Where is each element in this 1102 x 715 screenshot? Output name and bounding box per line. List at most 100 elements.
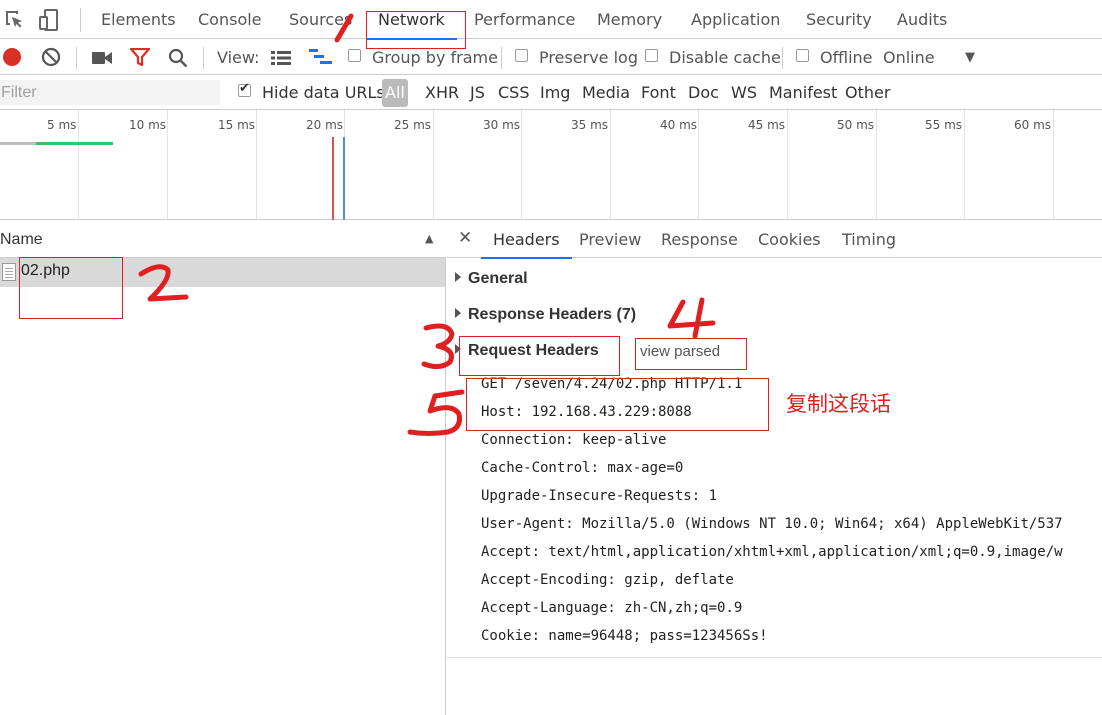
type-filter-media[interactable]: Media xyxy=(582,83,630,102)
request-header-line: Cache-Control: max-age=0 xyxy=(481,460,684,476)
video-camera-icon[interactable] xyxy=(92,50,112,69)
sort-ascending-icon[interactable]: ▲ xyxy=(425,232,433,245)
devtools-tab-bar: Elements Console Sources Network Perform… xyxy=(0,0,1102,40)
timeline-tick-label: 35 ms xyxy=(571,118,609,132)
search-icon[interactable] xyxy=(168,48,188,72)
timeline-overview[interactable]: 5 ms 10 ms 15 ms 20 ms 25 ms 30 ms 35 ms… xyxy=(0,110,1102,220)
detail-tab-bar: ✕ Headers Preview Response Cookies Timin… xyxy=(447,221,1102,259)
section-request-headers[interactable]: Request Headers xyxy=(455,342,599,360)
waterfall-overview-icon[interactable] xyxy=(309,48,333,70)
toolbar-divider xyxy=(501,47,502,69)
timeline-tick-label: 60 ms xyxy=(1014,118,1052,132)
request-list-header: Name ▲ xyxy=(0,221,446,258)
request-name[interactable]: 02.php xyxy=(21,262,70,280)
type-filter-xhr[interactable]: XHR xyxy=(425,83,459,102)
timeline-tick-label: 45 ms xyxy=(748,118,786,132)
view-parsed-link[interactable]: view parsed xyxy=(640,343,720,360)
tab-network[interactable]: Network xyxy=(366,0,457,40)
type-filter-img[interactable]: Img xyxy=(540,83,570,102)
type-filter-js[interactable]: JS xyxy=(470,83,485,102)
network-toolbar: View: Group by frame Preserve log Disabl… xyxy=(0,39,1102,75)
timeline-tick-label: 15 ms xyxy=(218,118,256,132)
request-details: ✕ Headers Preview Response Cookies Timin… xyxy=(447,221,1102,715)
tab-sources[interactable]: Sources xyxy=(289,0,352,39)
type-filter-other[interactable]: Other xyxy=(845,83,890,102)
timeline-gridline xyxy=(256,110,257,220)
record-icon[interactable] xyxy=(3,48,21,66)
filter-icon[interactable] xyxy=(129,47,151,70)
timeline-tick-label: 50 ms xyxy=(837,118,875,132)
type-filter-manifest[interactable]: Manifest xyxy=(769,83,837,102)
disable-cache-label: Disable cache xyxy=(669,48,781,67)
timeline-gridline xyxy=(1053,110,1054,220)
disable-cache-checkbox[interactable] xyxy=(645,49,658,62)
tab-console[interactable]: Console xyxy=(198,0,262,39)
view-label: View: xyxy=(217,48,260,67)
type-filter-css[interactable]: CSS xyxy=(498,83,529,102)
section-request-headers-title: Request Headers xyxy=(468,342,599,359)
tab-performance[interactable]: Performance xyxy=(474,0,575,39)
toolbar-divider xyxy=(203,47,204,69)
column-header-name[interactable]: Name xyxy=(0,231,43,249)
section-general[interactable]: General xyxy=(455,270,528,288)
device-toolbar-icon[interactable] xyxy=(39,9,61,31)
tab-bar-divider xyxy=(80,8,81,32)
hide-data-urls-checkbox[interactable] xyxy=(238,81,251,97)
tab-headers[interactable]: Headers xyxy=(481,221,572,259)
timeline-tick-label: 55 ms xyxy=(925,118,963,132)
offline-label: Offline xyxy=(820,48,873,67)
type-filter-ws[interactable]: WS xyxy=(731,83,757,102)
offline-checkbox[interactable] xyxy=(796,49,809,62)
throttling-select[interactable]: Online xyxy=(883,48,935,67)
timeline-tick-label: 20 ms xyxy=(306,118,344,132)
timeline-tick-label: 10 ms xyxy=(129,118,167,132)
timeline-gridline xyxy=(433,110,434,220)
request-row[interactable]: 02.php xyxy=(0,258,445,287)
domcontentloaded-marker xyxy=(343,137,345,220)
preserve-log-checkbox[interactable] xyxy=(515,49,528,62)
tab-elements[interactable]: Elements xyxy=(101,0,176,39)
timeline-gridline xyxy=(610,110,611,220)
tab-application[interactable]: Application xyxy=(691,0,780,39)
large-rows-icon[interactable] xyxy=(271,50,291,69)
clear-icon[interactable] xyxy=(41,47,61,71)
group-by-frame-label: Group by frame xyxy=(372,48,498,67)
timeline-gridline xyxy=(964,110,965,220)
tab-memory[interactable]: Memory xyxy=(597,0,662,39)
request-header-line: Accept: text/html,application/xhtml+xml,… xyxy=(481,544,1063,560)
tab-security[interactable]: Security xyxy=(806,0,872,39)
type-filter-all[interactable]: All xyxy=(382,79,408,107)
tab-preview[interactable]: Preview xyxy=(579,221,641,258)
timeline-bar-waiting xyxy=(0,142,36,145)
close-icon[interactable]: ✕ xyxy=(458,228,472,248)
timeline-gridline xyxy=(521,110,522,220)
timeline-bar-download xyxy=(36,142,113,145)
section-general-title: General xyxy=(468,270,528,287)
timeline-gridline xyxy=(698,110,699,220)
section-response-headers-title: Response Headers (7) xyxy=(468,306,637,323)
tab-response[interactable]: Response xyxy=(661,221,738,258)
inspect-element-icon[interactable] xyxy=(4,9,26,31)
chevron-down-icon[interactable]: ▼ xyxy=(965,50,975,65)
request-header-line: GET /seven/4.24/02.php HTTP/1.1 xyxy=(481,376,743,392)
timeline-tick-label: 25 ms xyxy=(394,118,432,132)
annotation-note-copy-text: 复制这段话 xyxy=(786,392,891,416)
tab-cookies[interactable]: Cookies xyxy=(758,221,821,258)
request-header-line: Accept-Language: zh-CN,zh;q=0.9 xyxy=(481,600,743,616)
group-by-frame-checkbox[interactable] xyxy=(348,49,361,62)
request-header-line: Connection: keep-alive xyxy=(481,432,667,448)
expand-arrow-icon xyxy=(455,272,461,282)
details-divider xyxy=(447,657,1102,658)
request-header-line: Host: 192.168.43.229:8088 xyxy=(481,404,692,420)
expand-arrow-icon xyxy=(455,344,461,354)
timeline-tick-label: 40 ms xyxy=(660,118,698,132)
load-event-marker xyxy=(332,137,334,220)
tab-timing[interactable]: Timing xyxy=(842,221,896,258)
type-filter-font[interactable]: Font xyxy=(641,83,676,102)
timeline-tick-label: 30 ms xyxy=(483,118,521,132)
tab-audits[interactable]: Audits xyxy=(897,0,947,39)
filter-input[interactable] xyxy=(0,80,220,105)
section-response-headers[interactable]: Response Headers (7) xyxy=(455,306,636,324)
request-header-line: Accept-Encoding: gzip, deflate xyxy=(481,572,734,588)
type-filter-doc[interactable]: Doc xyxy=(688,83,719,102)
